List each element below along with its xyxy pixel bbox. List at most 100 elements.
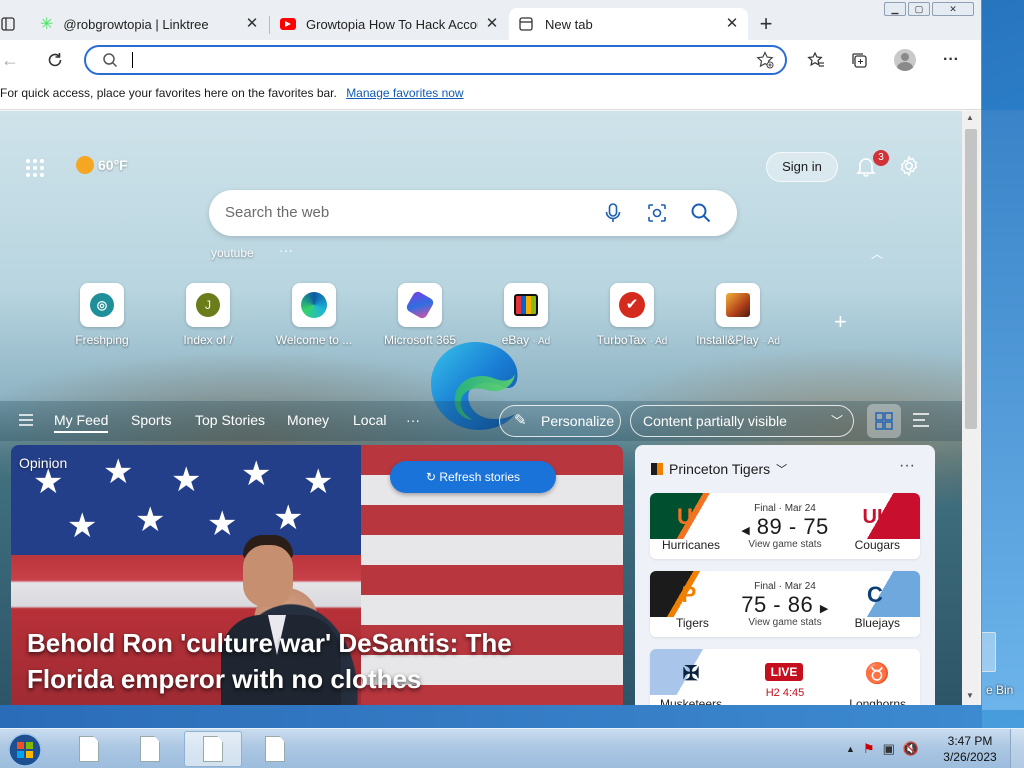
notification-badge: 3 <box>873 150 889 166</box>
tab-new-tab[interactable]: New tab ✕ <box>509 8 748 40</box>
maximize-icon[interactable]: ▢ <box>908 2 930 16</box>
close-tab-icon[interactable]: ✕ <box>724 16 740 32</box>
personalize-label: Personalize <box>541 413 615 429</box>
manage-favorites-link[interactable]: Manage favorites now <box>346 86 463 100</box>
desktop-light-band <box>978 110 1024 710</box>
add-quick-link-plus-icon[interactable]: + <box>834 309 847 335</box>
refresh-stories-label: Refresh stories <box>439 470 521 484</box>
close-tab-icon[interactable]: ✕ <box>244 16 260 32</box>
game-status: Final · Mar 24 <box>754 581 816 592</box>
linktree-icon: ✳ <box>40 16 54 33</box>
search-submit-icon[interactable] <box>690 202 712 227</box>
show-hidden-icons-icon[interactable]: ▲ <box>846 744 855 754</box>
web-search-box[interactable]: Search the web <box>209 190 737 236</box>
clock-date: 3/26/2023 <box>943 750 997 764</box>
game-score-row[interactable]: ✠ ♉ LIVE H2 4:45 Musketeers Longhorns <box>650 649 920 705</box>
action-center-flag-icon[interactable]: ⚑ <box>863 741 875 757</box>
favorites-bar-message: For quick access, place your favorites h… <box>0 86 337 100</box>
taskbar-document-button[interactable] <box>121 731 179 767</box>
scrollbar-thumb[interactable] <box>965 129 977 429</box>
personalize-button[interactable]: ✎ Personalize <box>499 405 621 437</box>
weather-widget[interactable]: 60°F <box>76 156 128 174</box>
search-placeholder: Search the web <box>225 204 330 221</box>
collapse-chevron-icon[interactable]: ︿ <box>871 245 883 262</box>
window-controls: ▁ ▢ ✕ <box>884 2 976 16</box>
profile-avatar-icon[interactable] <box>893 48 917 72</box>
taskbar-clock[interactable]: 3:47 PM 3/26/2023 <box>938 733 1002 765</box>
feed-tab-sports[interactable]: Sports <box>131 412 171 428</box>
taskbar-document-button-active[interactable] <box>184 731 242 767</box>
feed-tab-money[interactable]: Money <box>287 412 329 428</box>
feed-tab-top-stories[interactable]: Top Stories <box>195 412 265 428</box>
tab-youtube[interactable]: Growtopia How To Hack Account ✕ <box>270 8 508 40</box>
feed-tab-my-feed[interactable]: My Feed <box>54 412 109 433</box>
recent-searches-more-icon[interactable]: ··· <box>279 242 293 258</box>
tab-actions-icon[interactable] <box>0 12 20 36</box>
quick-link-turbotax[interactable]: ✔ TurboTax · Ad <box>587 283 677 347</box>
sign-in-button[interactable]: Sign in <box>766 152 838 182</box>
volume-muted-icon[interactable]: 🔇 <box>903 741 919 757</box>
add-favorite-star-icon[interactable] <box>753 48 777 72</box>
content-visibility-dropdown[interactable]: Content partially visible ﹀ <box>630 405 854 437</box>
favorites-icon[interactable] <box>804 48 828 72</box>
ad-label: · Ad <box>649 336 668 347</box>
tab-linktree[interactable]: ✳ @robgrowtopia | Linktree ✕ <box>30 8 268 40</box>
page-scrollbar[interactable]: ▲ ▼ <box>962 111 980 705</box>
system-tray: ▲ ⚑ ▣ 🔇 <box>846 741 919 757</box>
scroll-up-arrow-icon[interactable]: ▲ <box>966 113 974 122</box>
microphone-icon[interactable] <box>603 202 623 227</box>
tab-label: Growtopia How To Hack Account <box>306 16 478 32</box>
game-score-row[interactable]: U UH Final · Mar 24 ◀ 89 - 75 View game … <box>650 493 920 559</box>
tab-label: New tab <box>545 16 593 32</box>
recycle-bin-label[interactable]: e Bin <box>986 683 1013 697</box>
recent-search-chip[interactable]: youtube <box>211 246 254 260</box>
settings-gear-icon[interactable] <box>898 155 920 180</box>
ebay-bag-icon <box>504 283 548 327</box>
address-bar[interactable] <box>84 45 787 75</box>
newtab-icon <box>519 17 533 31</box>
feed-menu-icon[interactable] <box>18 413 34 430</box>
visual-search-icon[interactable] <box>646 202 668 227</box>
taskbar-document-button[interactable] <box>246 731 304 767</box>
refresh-stories-button[interactable]: ↻ Refresh stories <box>390 461 556 493</box>
close-tab-icon[interactable]: ✕ <box>484 16 500 32</box>
game-score-row[interactable]: P C Final · Mar 24 75 - 86 ▶ View game s… <box>650 571 920 637</box>
new-tab-page: 60°F Sign in 3 Search the web youtube ··… <box>0 111 962 705</box>
desktop-strip <box>0 705 982 728</box>
winner-arrow-icon: ▶ <box>819 603 829 615</box>
minimize-icon[interactable]: ▁ <box>884 2 906 16</box>
sports-more-options-icon[interactable]: ··· <box>899 457 915 475</box>
back-arrow-icon[interactable]: ← <box>0 48 22 72</box>
new-tab-plus-icon[interactable]: + <box>754 11 778 36</box>
quick-link-freshping[interactable]: ◎ Freshping <box>57 283 147 347</box>
show-desktop-button[interactable] <box>1010 729 1024 768</box>
quick-link-index[interactable]: J Index of / <box>163 283 253 347</box>
quick-link-label: Index of / <box>183 333 233 347</box>
sports-team-selector[interactable]: Princeton Tigers ﹀ <box>651 461 787 477</box>
list-layout-icon[interactable] <box>912 411 930 432</box>
apps-launcher-icon[interactable] <box>24 157 46 182</box>
away-team-name: Bluejays <box>854 616 900 630</box>
scroll-down-arrow-icon[interactable]: ▼ <box>966 691 974 700</box>
close-window-icon[interactable]: ✕ <box>932 2 974 16</box>
quick-link-welcome[interactable]: Welcome to ... <box>269 283 359 347</box>
home-team-name: Tigers <box>676 616 709 630</box>
quick-link-installplay[interactable]: Install&Play · Ad <box>693 283 783 347</box>
feed-tab-local[interactable]: Local <box>353 412 386 428</box>
text-cursor <box>132 52 133 68</box>
home-team-name: Hurricanes <box>662 538 721 552</box>
document-icon <box>79 736 99 762</box>
sun-icon <box>76 156 94 174</box>
windows-taskbar: ▲ ⚑ ▣ 🔇 3:47 PM 3/26/2023 <box>0 728 1024 768</box>
story-category-label: Opinion <box>19 455 68 471</box>
taskbar-document-button[interactable] <box>60 731 118 767</box>
game-score: ◀ 89 - 75 <box>650 514 920 540</box>
feed-more-icon[interactable]: ··· <box>406 412 420 428</box>
start-button[interactable] <box>6 731 46 768</box>
refresh-icon[interactable] <box>43 48 67 72</box>
network-icon[interactable]: ▣ <box>883 741 895 757</box>
grid-layout-icon[interactable] <box>867 404 901 438</box>
collections-icon[interactable] <box>847 48 871 72</box>
hero-story-headline[interactable]: Behold Ron 'culture war' DeSantis: The F… <box>27 625 587 697</box>
more-options-icon[interactable]: ··· <box>939 48 963 72</box>
